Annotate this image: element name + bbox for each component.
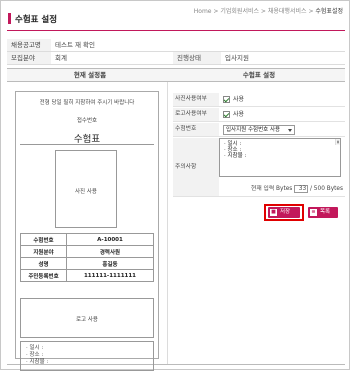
ticket-value: 111111-1111111: [66, 269, 154, 282]
notes-scrollbar[interactable]: [335, 139, 340, 145]
field-label: 모집분야: [7, 52, 51, 64]
ticket-number-select-value: 입사지원 수험번호 사용: [226, 127, 281, 133]
job-value: 테스트 재 확인: [55, 41, 96, 49]
ticket-note-line: · 일시 :: [26, 345, 44, 351]
table-row: 성명 홍길동: [20, 257, 154, 270]
ticket-preview: 전형 당일 필히 지참하여 주시기 바랍니다 접수번호 수험표 사진 사용 수험…: [15, 91, 159, 371]
photo-use-text: 사용: [233, 96, 245, 103]
logo-use-label: 로고사용여부: [173, 108, 219, 121]
byte-count-field: 33: [294, 184, 309, 193]
page-frame: 수험표 설정 Home > 기업회원서비스 > 채용대행서비스 > 수험표설정 …: [0, 0, 350, 371]
save-button-label: 저장: [280, 209, 291, 215]
breadcrumb-sep: >: [260, 8, 266, 15]
list-icon: ≡: [310, 209, 317, 216]
title-bar-mark: [8, 13, 11, 24]
field-value: 회계: [55, 54, 67, 62]
ticket-key: 성명: [20, 257, 67, 270]
header-divider: [7, 30, 345, 31]
ticket-info-table: 수험번호 A-10001 지원분야 경력사원 성명 홍길동 주민등록번호 111…: [20, 233, 154, 282]
logo-use-text: 사용: [233, 111, 245, 118]
breadcrumb-sep: >: [308, 8, 314, 15]
ticket-note-line: · 장소 :: [26, 352, 44, 358]
photo-placeholder-label: 사진 사용: [75, 189, 97, 195]
logo-use-checkbox[interactable]: [223, 111, 230, 118]
breadcrumb: Home > 기업회원서비스 > 채용대행서비스 > 수험표설정: [194, 6, 343, 15]
job-label: 채용공고명: [7, 39, 51, 51]
breadcrumb-sep: >: [213, 8, 219, 15]
status-value: 입사지원: [225, 54, 249, 62]
breadcrumb-current: 수험표설정: [315, 8, 343, 15]
byte-label: 현재 입력 Bytes: [251, 186, 293, 192]
ticket-settings-heading: 수험표 설정: [242, 71, 276, 79]
column-headers: 현재 설정폼 수험표 설정: [7, 68, 345, 82]
table-row: 주민등록번호 111111-1111111: [20, 269, 154, 282]
breadcrumb-agency[interactable]: 채용대행서비스: [268, 8, 307, 15]
notes-line: · 지참물 :: [224, 153, 247, 159]
byte-counter: 현재 입력 Bytes 33 / 500 Bytes: [216, 183, 343, 193]
ticket-no-label: 수험번호: [173, 123, 219, 136]
ticket-number-select[interactable]: 입사지원 수험번호 사용: [223, 125, 295, 135]
ticket-title: 수험표: [73, 134, 101, 145]
chevron-down-icon: [288, 129, 292, 132]
job-row: 채용공고명 테스트 재 확인: [7, 39, 345, 52]
ticket-value: A-10001: [66, 233, 154, 246]
table-row: 수험번호 A-10001: [20, 233, 154, 246]
photo-placeholder: 사진 사용: [55, 150, 117, 228]
ticket-value: 경력사원: [66, 245, 154, 258]
byte-max: / 500 Bytes: [310, 186, 343, 192]
status-label: 진행상태: [173, 52, 221, 64]
photo-use-row: 사진사용여부 사용: [173, 93, 345, 107]
notes-textarea[interactable]: · 일시 : · 장소 : · 지참물 :: [219, 138, 341, 177]
photo-use-label: 사진사용여부: [173, 93, 219, 106]
ticket-serial-label: 접수번호: [76, 118, 98, 124]
breadcrumb-home[interactable]: Home: [194, 8, 212, 15]
column-divider: [167, 82, 168, 365]
save-icon: ■: [270, 209, 277, 216]
logo-placeholder-label: 로고 사용: [76, 317, 98, 323]
ticket-key: 수험번호: [20, 233, 67, 246]
ticket-key: 지원분야: [20, 245, 67, 258]
list-button-label: 목록: [320, 209, 331, 215]
photo-use-checkbox[interactable]: [223, 96, 230, 103]
list-button[interactable]: ≡ 목록: [308, 207, 338, 218]
logo-use-row: 로고사용여부 사용: [173, 108, 345, 122]
page-title: 수험표 설정: [15, 15, 58, 25]
settings-divider: [173, 196, 345, 197]
logo-placeholder: 로고 사용: [20, 298, 154, 338]
ticket-value: 홍길동: [66, 257, 154, 270]
notes-label: 주의사항: [173, 138, 219, 196]
ticket-notice: 전형 당일 필히 지참하여 주시기 바랍니다: [39, 100, 135, 106]
table-row: 지원분야 경력사원: [20, 245, 154, 258]
breadcrumb-corporate[interactable]: 기업회원서비스: [220, 8, 259, 15]
ticket-no-row: 수험번호 입사지원 수험번호 사용: [173, 123, 345, 137]
ticket-key: 주민등록번호: [20, 269, 67, 282]
ticket-note-line: · 지참물 :: [26, 359, 49, 365]
field-row: 모집분야 회계 진행상태 입사지원: [7, 52, 345, 65]
ticket-notes: · 일시 : · 장소 : · 지참물 :: [20, 341, 154, 371]
save-button[interactable]: ■ 저장: [268, 207, 300, 218]
current-form-heading: 현재 설정폼: [73, 71, 107, 79]
ticket-divider: [20, 144, 154, 145]
